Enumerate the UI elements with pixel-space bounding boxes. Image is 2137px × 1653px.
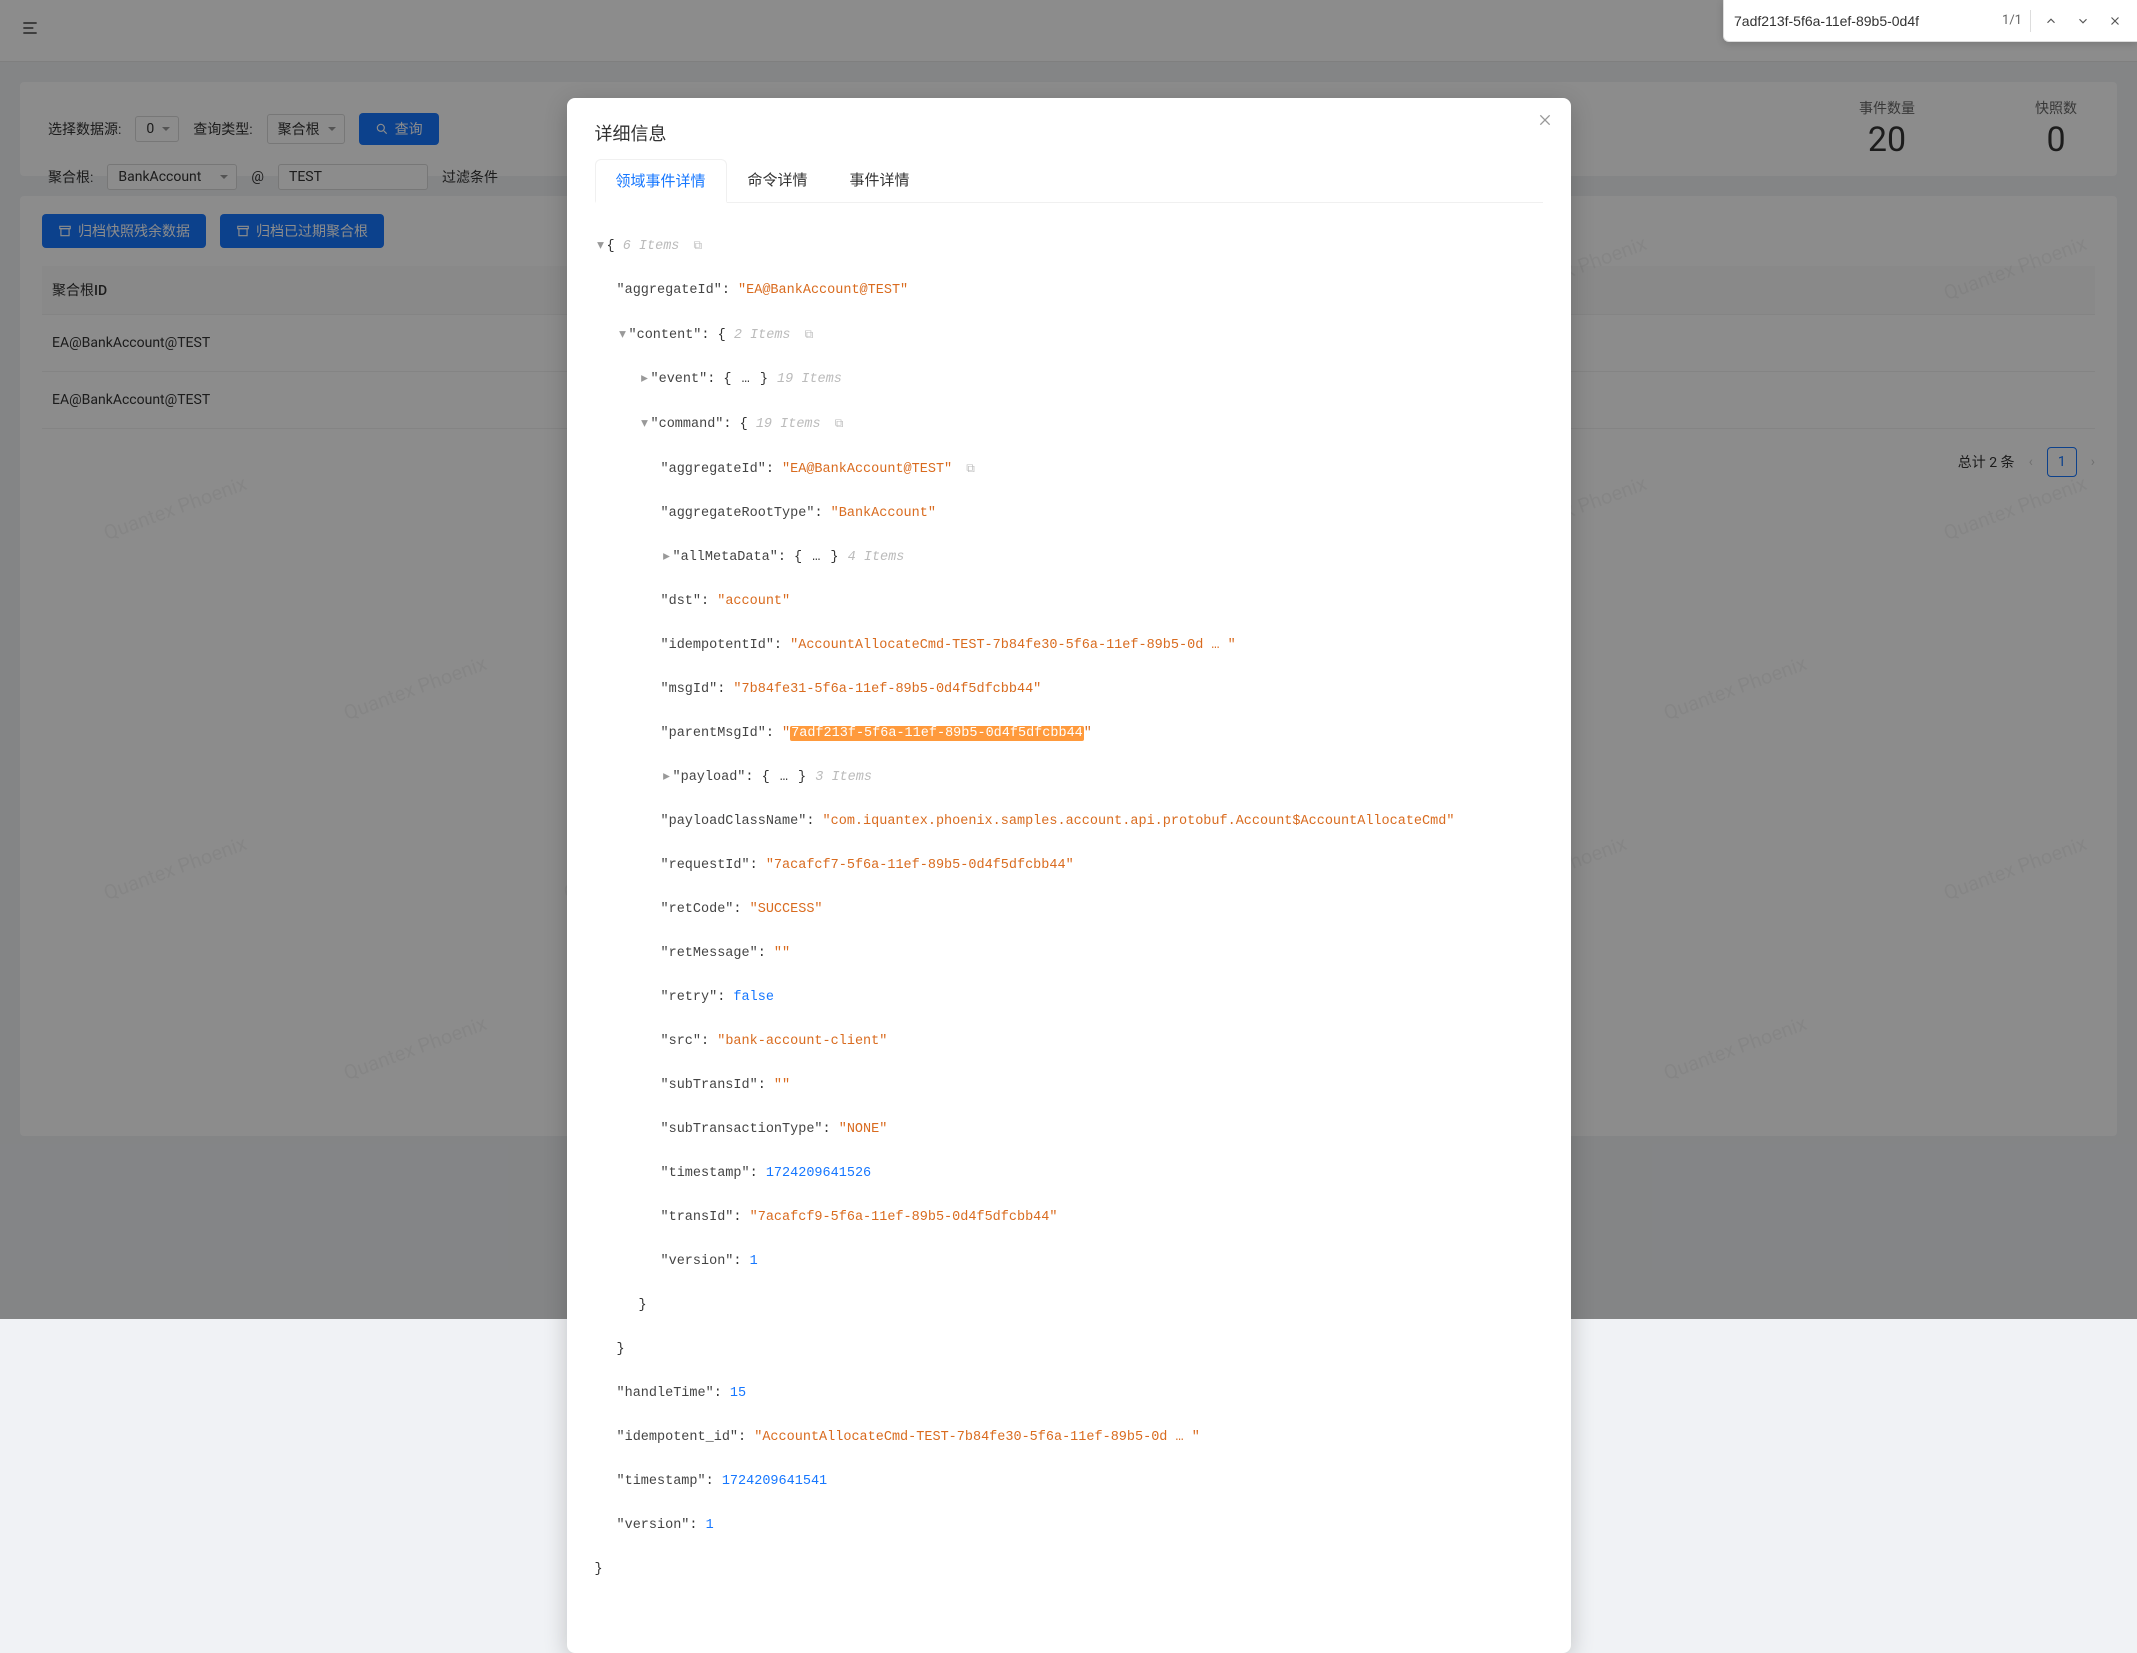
close-icon	[2108, 14, 2122, 28]
toggle-icon[interactable]: ▸	[639, 369, 651, 391]
close-icon	[1537, 112, 1553, 128]
copy-icon[interactable]: ⧉	[694, 239, 703, 253]
tab-event[interactable]: 事件详情	[829, 158, 931, 202]
tab-domain-event[interactable]: 领域事件详情	[595, 159, 727, 203]
modal-title: 详细信息	[595, 120, 1543, 146]
find-prev-button[interactable]	[2039, 9, 2063, 33]
modal-tabs: 领域事件详情 命令详情 事件详情	[595, 158, 1543, 203]
chevron-up-icon	[2044, 14, 2058, 28]
toggle-icon[interactable]: ▾	[595, 236, 607, 258]
find-count: 1/1	[2002, 13, 2022, 28]
json-viewer: ▾{ 6 Items ⧉ "aggregateId": "EA@BankAcco…	[595, 213, 1543, 1625]
toggle-icon[interactable]: ▸	[661, 767, 673, 789]
tab-command[interactable]: 命令详情	[727, 158, 829, 202]
detail-modal: 详细信息 领域事件详情 命令详情 事件详情 ▾{ 6 Items ⧉ "aggr…	[567, 98, 1571, 1653]
divider	[2030, 10, 2031, 32]
toggle-icon[interactable]: ▾	[639, 414, 651, 436]
copy-icon[interactable]: ⧉	[966, 462, 975, 476]
toggle-icon[interactable]: ▾	[617, 325, 629, 347]
find-input[interactable]	[1734, 13, 1994, 29]
modal-close-button[interactable]	[1537, 112, 1553, 133]
copy-icon[interactable]: ⧉	[805, 328, 814, 342]
find-in-page-bar: 1/1	[1723, 0, 2137, 42]
find-close-button[interactable]	[2103, 9, 2127, 33]
search-highlight: 7adf213f-5f6a-11ef-89b5-0d4f5dfcbb44	[790, 726, 1084, 741]
copy-icon[interactable]: ⧉	[835, 417, 844, 431]
chevron-down-icon	[2076, 14, 2090, 28]
find-next-button[interactable]	[2071, 9, 2095, 33]
toggle-icon[interactable]: ▸	[661, 547, 673, 569]
